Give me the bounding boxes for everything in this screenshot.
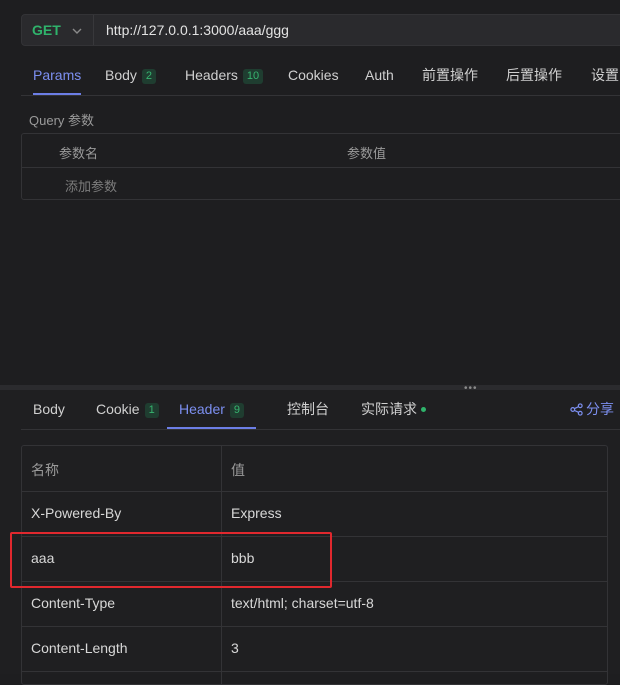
chevron-down-icon	[72, 28, 82, 34]
tab-auth[interactable]: Auth	[365, 57, 394, 94]
tab-console[interactable]: 控制台	[287, 390, 329, 428]
tab-label: Cookie	[96, 401, 140, 417]
count-badge: 10	[242, 69, 264, 84]
count-badge: 1	[144, 403, 159, 418]
method-label: GET	[32, 22, 61, 38]
tab-body[interactable]: Body 2	[105, 57, 157, 94]
tab-response-body[interactable]: Body	[33, 390, 65, 428]
query-params-table: 参数名 参数值 添加参数	[21, 133, 620, 200]
status-dot	[421, 407, 426, 412]
tab-params[interactable]: Params	[33, 57, 82, 95]
query-params-title: Query 参数	[29, 113, 95, 128]
share-button[interactable]: 分享	[570, 390, 614, 428]
table-row: Content-Length 3	[22, 626, 607, 672]
highlight-annotation-box	[10, 532, 332, 588]
active-tab-underline	[167, 427, 257, 429]
tab-response-header[interactable]: Header 9	[167, 390, 257, 429]
share-icon	[570, 403, 583, 416]
tab-label: Headers	[185, 67, 238, 83]
request-tabs: Params Body 2 Headers 10 Cookies Auth 前置操作…	[21, 57, 620, 96]
url-bar: GET http://127.0.0.1:3000/aaa/ggg	[21, 14, 620, 46]
tab-settings[interactable]: 设置	[591, 57, 619, 94]
tab-post-operations[interactable]: 后置操作	[506, 57, 562, 94]
tab-actual-request[interactable]: 实际请求	[361, 390, 426, 428]
tab-label: Header	[179, 401, 225, 417]
tab-label: 实际请求	[361, 401, 417, 417]
request-panel: GET http://127.0.0.1:3000/aaa/ggg Params…	[0, 0, 620, 385]
table-row: X-Powered-By Express	[22, 491, 607, 537]
url-input[interactable]: http://127.0.0.1:3000/aaa/ggg	[106, 22, 289, 38]
column-header-param-name: 参数名	[59, 146, 99, 161]
column-header-name: 名称	[31, 462, 59, 478]
tab-label: Body	[105, 67, 137, 83]
add-param-input[interactable]: 添加参数	[65, 176, 117, 195]
tab-label: Params	[33, 67, 82, 83]
header-name: X-Powered-By	[31, 505, 122, 521]
count-badge: 9	[229, 403, 245, 418]
count-badge: 2	[141, 69, 157, 84]
header-name: Content-Length	[31, 640, 128, 656]
column-header-param-value: 参数值	[347, 146, 387, 161]
header-value: Express	[231, 505, 282, 521]
tab-response-cookie[interactable]: Cookie 1	[96, 390, 159, 428]
tab-pre-operations[interactable]: 前置操作	[422, 57, 478, 94]
active-tab-underline	[33, 93, 82, 95]
tab-headers[interactable]: Headers 10	[185, 57, 264, 94]
header-value: 3	[231, 640, 239, 656]
column-header-value: 值	[231, 462, 245, 478]
header-value: text/html; charset=utf-8	[231, 595, 374, 611]
table-header-row: 名称 值	[22, 446, 607, 492]
response-tabs: Body Cookie 1 Header 9 控制台 实际请求 分享	[21, 390, 620, 430]
method-select[interactable]: GET	[22, 15, 94, 45]
header-name: Content-Type	[31, 595, 116, 611]
share-label: 分享	[586, 401, 614, 417]
tab-cookies[interactable]: Cookies	[288, 57, 339, 94]
query-table-header: 参数名 参数值	[22, 134, 620, 168]
